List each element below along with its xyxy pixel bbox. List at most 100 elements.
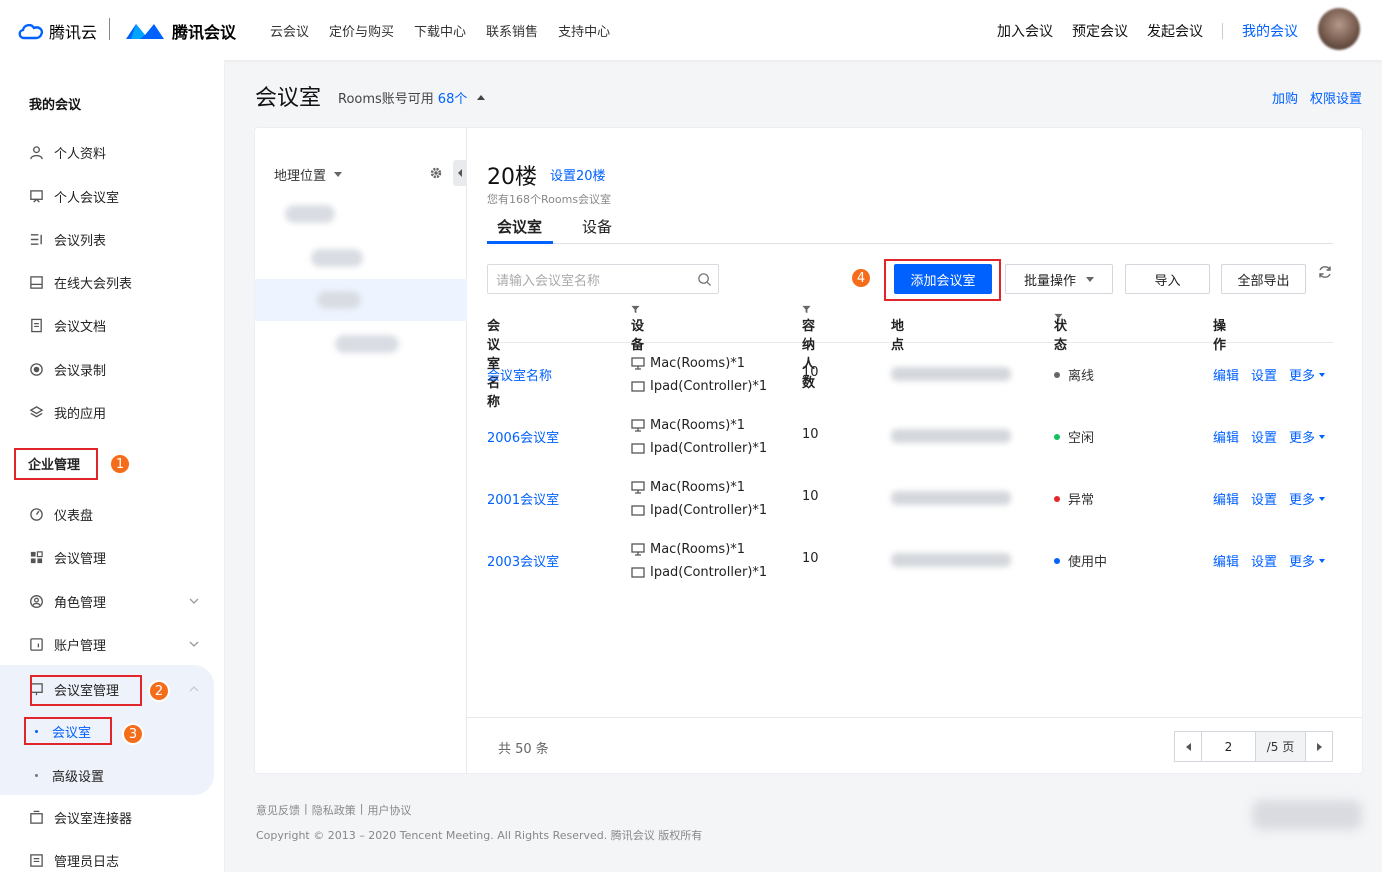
prev-page-button[interactable] (1175, 732, 1202, 761)
terms-link[interactable]: 用户协议 (367, 802, 411, 818)
sidebar-item-webinar-list[interactable]: 在线大会列表 (28, 270, 132, 294)
floor-title: 20楼 (487, 165, 537, 190)
start-meeting-link[interactable]: 发起会议 (1147, 21, 1203, 41)
sidebar-item-dashboard[interactable]: 仪表盘 (28, 502, 93, 526)
page-footer: 意见反馈 | 隐私政策 | 用户协议 Copyright © 2013 – 20… (256, 802, 702, 843)
permission-settings-link[interactable]: 权限设置 (1310, 88, 1362, 107)
total-count: 共 50 条 (498, 742, 549, 757)
gear-icon[interactable] (429, 166, 443, 180)
nav-pricing[interactable]: 定价与购买 (329, 21, 394, 40)
next-page-button[interactable] (1305, 732, 1332, 761)
sidebar-item-recordings[interactable]: 会议录制 (28, 357, 106, 381)
room-name-link[interactable]: 会议室名称 (487, 365, 552, 384)
room-search-input[interactable]: 请输入会议室名称 (487, 264, 719, 294)
room-content: 20楼 设置20楼 您有168个Rooms会议室 会议室 设备 请输入会议室名称… (467, 128, 1362, 773)
tablet-icon (631, 443, 645, 454)
step-badge-1: 1 (109, 453, 131, 475)
sidebar-item-my-apps[interactable]: 我的应用 (28, 400, 106, 424)
more-dropdown[interactable]: 更多 (1289, 551, 1326, 570)
brand-tencent-meeting: 腾讯会议 (172, 23, 237, 42)
search-icon[interactable] (697, 272, 712, 287)
settings-link[interactable]: 设置 (1251, 365, 1277, 384)
page-title: 会议室 (255, 86, 322, 111)
join-meeting-link[interactable]: 加入会议 (997, 21, 1053, 41)
filter-icon[interactable] (631, 305, 640, 314)
batch-actions-button[interactable]: 批量操作 (1005, 264, 1113, 294)
nav-download[interactable]: 下载中心 (414, 21, 466, 40)
sidebar-item-room-connector[interactable]: 会议室连接器 (28, 805, 132, 829)
sidebar-item-account-management[interactable]: 账户管理 (28, 632, 106, 656)
rooms-account-info[interactable]: Rooms账号可用 68个 (338, 88, 486, 107)
tab-rooms[interactable]: 会议室 (497, 216, 542, 237)
my-meetings-link[interactable]: 我的会议 (1242, 21, 1298, 41)
nav-support[interactable]: 支持中心 (558, 21, 610, 40)
location-selector[interactable]: 地理位置 (274, 165, 343, 184)
more-dropdown[interactable]: 更多 (1289, 489, 1326, 508)
sidebar-item-label: 会议列表 (54, 233, 107, 249)
settings-link[interactable]: 设置 (1251, 427, 1277, 446)
status-dot (1054, 495, 1060, 502)
tencent-meeting-logo[interactable]: 腾讯会议 (124, 19, 236, 43)
tencent-cloud-logo[interactable]: 腾讯云 (17, 19, 97, 43)
page-total: /5 页 (1255, 732, 1305, 761)
import-button[interactable]: 导入 (1125, 264, 1210, 294)
monitor-icon (631, 419, 645, 432)
sidebar-item-label: 账户管理 (54, 638, 107, 654)
tree-node-blurred[interactable] (335, 335, 399, 353)
monitor-icon (631, 481, 645, 494)
purchase-link[interactable]: 加购 (1272, 88, 1298, 107)
gauge-icon (28, 506, 44, 522)
export-all-button[interactable]: 全部导出 (1221, 264, 1306, 294)
sidebar-item-admin-log[interactable]: 管理员日志 (28, 848, 119, 872)
nav-cloud-meeting[interactable]: 云会议 (270, 21, 309, 40)
tree-node-blurred[interactable] (285, 205, 335, 223)
device-ipad: Ipad(Controller)*1 (650, 503, 768, 518)
tab-devices[interactable]: 设备 (582, 216, 612, 237)
sidebar-item-profile[interactable]: 个人资料 (28, 140, 106, 164)
room-name-link[interactable]: 2001会议室 (487, 489, 559, 508)
room-name-link[interactable]: 2006会议室 (487, 427, 559, 446)
floor-settings-link[interactable]: 设置20楼 (550, 165, 606, 184)
settings-link[interactable]: 设置 (1251, 551, 1277, 570)
sidebar-subitem-advanced-settings[interactable]: 高级设置 (35, 766, 104, 785)
sidebar-item-role-management[interactable]: 角色管理 (28, 589, 106, 613)
table-row: 2006会议室 Mac(Rooms)*1 Ipad(Controller)*1 10 空… (487, 406, 1333, 468)
row-actions: 编辑 设置 更多 (1213, 489, 1326, 508)
more-dropdown[interactable]: 更多 (1289, 365, 1326, 384)
layers-icon (28, 404, 44, 420)
add-room-button[interactable]: 添加会议室 (894, 264, 992, 294)
content-tabs: 会议室 设备 (487, 216, 1333, 244)
edit-link[interactable]: 编辑 (1213, 427, 1239, 446)
privacy-link[interactable]: 隐私政策 (312, 802, 356, 818)
schedule-meeting-link[interactable]: 预定会议 (1072, 21, 1128, 41)
avatar[interactable] (1318, 8, 1360, 50)
collapse-tree-button[interactable] (453, 160, 467, 186)
room-name-link[interactable]: 2003会议室 (487, 551, 559, 570)
rooms-available-count: 68个 (437, 92, 468, 107)
edit-link[interactable]: 编辑 (1213, 551, 1239, 570)
chevron-down-icon[interactable] (188, 638, 200, 650)
chevron-up-icon[interactable] (188, 683, 200, 695)
caret-left-icon (458, 169, 462, 177)
sidebar-item-personal-room[interactable]: 个人会议室 (28, 184, 119, 208)
settings-link[interactable]: 设置 (1251, 489, 1277, 508)
sidebar-item-documents[interactable]: 会议文档 (28, 313, 106, 337)
refresh-icon[interactable] (1317, 264, 1333, 280)
filter-icon[interactable] (802, 305, 811, 314)
sidebar-item-meeting-management[interactable]: 会议管理 (28, 545, 106, 569)
more-dropdown[interactable]: 更多 (1289, 427, 1326, 446)
table-row: 会议室名称 Mac(Rooms)*1 Ipad(Controller)*1 10 离线 编… (487, 344, 1333, 406)
edit-link[interactable]: 编辑 (1213, 365, 1239, 384)
page-number-input[interactable]: 2 (1202, 732, 1255, 761)
nav-contact-sales[interactable]: 联系销售 (486, 21, 538, 40)
tree-node-blurred[interactable] (317, 291, 361, 309)
tree-selected-row[interactable] (255, 279, 467, 321)
floor-room-count: 您有168个Rooms会议室 (487, 193, 612, 206)
room-devices: Mac(Rooms)*1 Ipad(Controller)*1 (631, 414, 767, 460)
feedback-link[interactable]: 意见反馈 (256, 802, 300, 818)
edit-link[interactable]: 编辑 (1213, 489, 1239, 508)
tree-node-blurred[interactable] (311, 249, 363, 267)
sidebar-item-meeting-list[interactable]: 会议列表 (28, 227, 106, 251)
highlight-box-3 (24, 717, 112, 745)
chevron-down-icon[interactable] (188, 595, 200, 607)
